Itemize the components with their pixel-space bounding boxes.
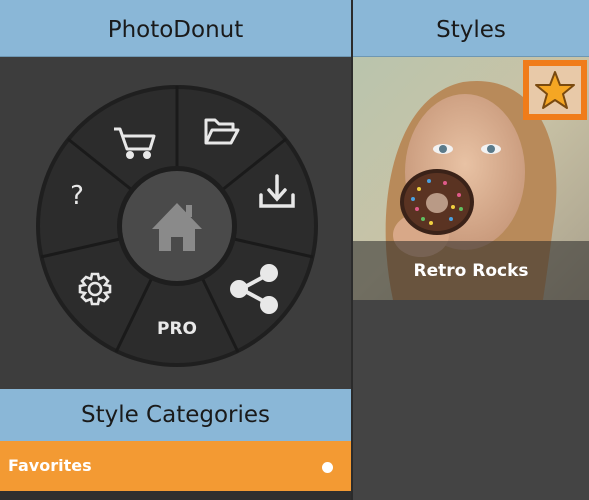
styles-header: Styles <box>353 0 589 57</box>
app-title-header: PhotoDonut <box>0 0 351 57</box>
help-icon: ? <box>70 181 84 211</box>
category-label: Favorites <box>8 456 92 475</box>
favorite-star-button[interactable] <box>523 60 587 120</box>
category-item-favorites[interactable]: Favorites <box>0 441 351 491</box>
left-panel: PhotoDonut PRO ? Style Categories Favori… <box>0 0 351 500</box>
style-categories-header: Style Categories <box>0 389 351 441</box>
right-panel: Styles Retro Rocks <box>353 0 589 500</box>
save-button[interactable] <box>250 171 304 211</box>
style-name-caption: Retro Rocks <box>353 241 589 300</box>
app-title: PhotoDonut <box>107 17 244 43</box>
share-button[interactable] <box>228 269 282 309</box>
home-button[interactable] <box>127 176 227 276</box>
star-icon <box>535 71 575 109</box>
styles-title: Styles <box>436 17 506 43</box>
cart-button[interactable] <box>106 120 160 160</box>
photodonut-app: PhotoDonut PRO ? Style Categories Favori… <box>0 0 589 500</box>
donut-menu: PRO ? <box>34 83 320 369</box>
pro-button[interactable]: PRO <box>144 319 210 339</box>
settings-button[interactable] <box>68 269 122 309</box>
style-categories-title: Style Categories <box>80 402 271 428</box>
category-list-bottom <box>0 491 351 500</box>
selected-indicator-dot <box>322 462 333 473</box>
open-button[interactable] <box>196 113 250 153</box>
